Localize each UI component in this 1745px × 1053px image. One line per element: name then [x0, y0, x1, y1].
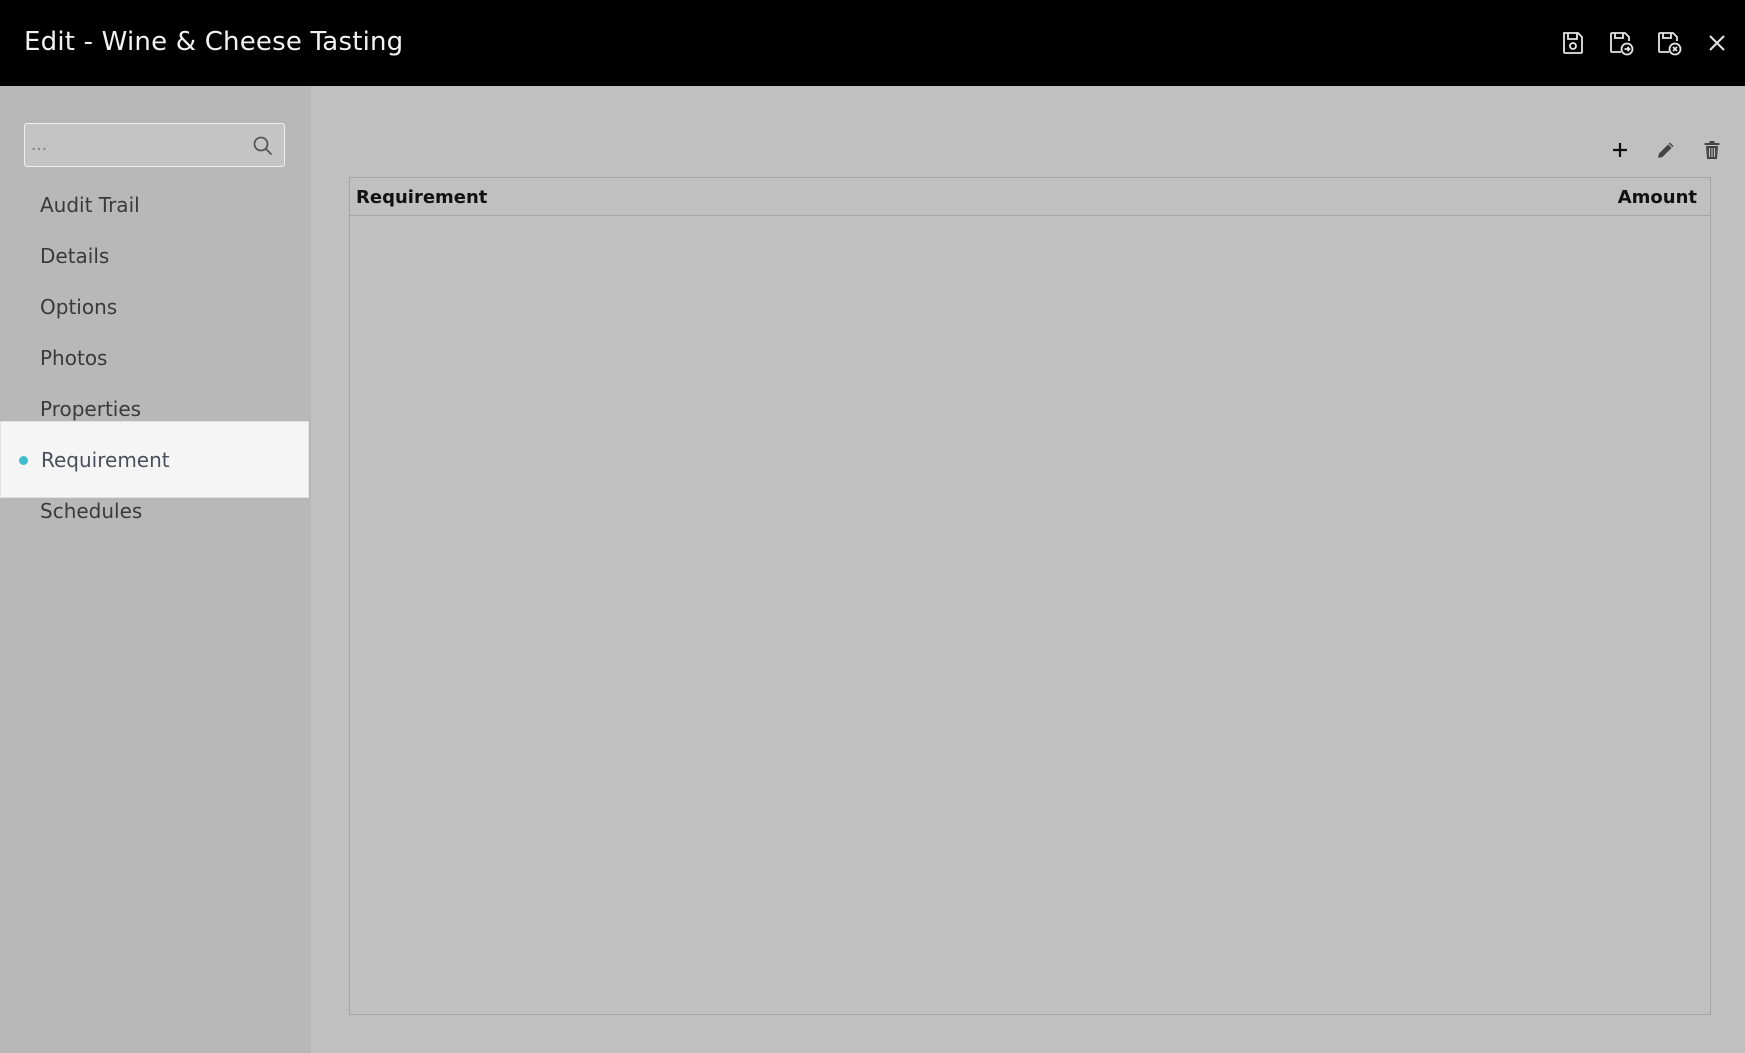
- add-button[interactable]: [1597, 130, 1643, 170]
- edit-button[interactable]: [1643, 130, 1689, 170]
- close-icon: [1709, 35, 1725, 51]
- header-actions: [1549, 0, 1745, 86]
- trash-icon: [1704, 141, 1720, 159]
- sidebar-item-photos[interactable]: Photos: [0, 332, 309, 383]
- column-header-amount[interactable]: Amount: [1618, 187, 1697, 208]
- window-title: Edit - Wine & Cheese Tasting: [24, 27, 404, 57]
- sidebar-item-options[interactable]: Options: [0, 281, 309, 332]
- grid-header-row: Requirement Amount: [350, 178, 1710, 216]
- grid-body: [350, 216, 1710, 1014]
- delete-button[interactable]: [1689, 130, 1735, 170]
- sidebar-item-label: Details: [40, 243, 110, 268]
- sidebar-item-label: Audit Trail: [40, 192, 140, 217]
- window-header: Edit - Wine & Cheese Tasting: [0, 0, 1745, 86]
- sidebar-item-label: Requirement: [41, 447, 170, 472]
- column-header-requirement[interactable]: Requirement: [356, 187, 487, 208]
- save-and-continue-button[interactable]: [1597, 19, 1645, 67]
- plus-icon: [1613, 143, 1627, 157]
- save-and-close-button[interactable]: [1645, 19, 1693, 67]
- active-indicator-dot: [19, 455, 28, 465]
- sidebar-item-requirement[interactable]: Requirement: [0, 421, 309, 498]
- sidebar-item-label: Photos: [40, 345, 108, 370]
- sidebar-item-audit-trail[interactable]: Audit Trail: [0, 179, 309, 230]
- sidebar: Audit Trail Details Options Photos Prope…: [0, 86, 311, 1053]
- sidebar-item-label: Schedules: [40, 498, 143, 523]
- grid-toolbar: [1597, 130, 1735, 170]
- sidebar-nav: Audit Trail Details Options Photos Prope…: [0, 179, 311, 536]
- main-content: Requirement Amount: [311, 86, 1745, 1053]
- save-icon: [1563, 32, 1583, 54]
- sidebar-item-details[interactable]: Details: [0, 230, 309, 281]
- search-icon[interactable]: [252, 135, 274, 157]
- sidebar-search: [24, 123, 285, 167]
- requirement-grid: Requirement Amount: [349, 177, 1711, 1015]
- save-and-close-icon: [1658, 32, 1682, 56]
- close-button[interactable]: [1693, 19, 1741, 67]
- sidebar-item-label: Properties: [40, 396, 142, 421]
- save-and-continue-icon: [1610, 32, 1634, 56]
- sidebar-item-label: Options: [40, 294, 118, 319]
- save-button[interactable]: [1549, 19, 1597, 67]
- pencil-icon: [1658, 142, 1674, 158]
- search-input[interactable]: [31, 130, 241, 160]
